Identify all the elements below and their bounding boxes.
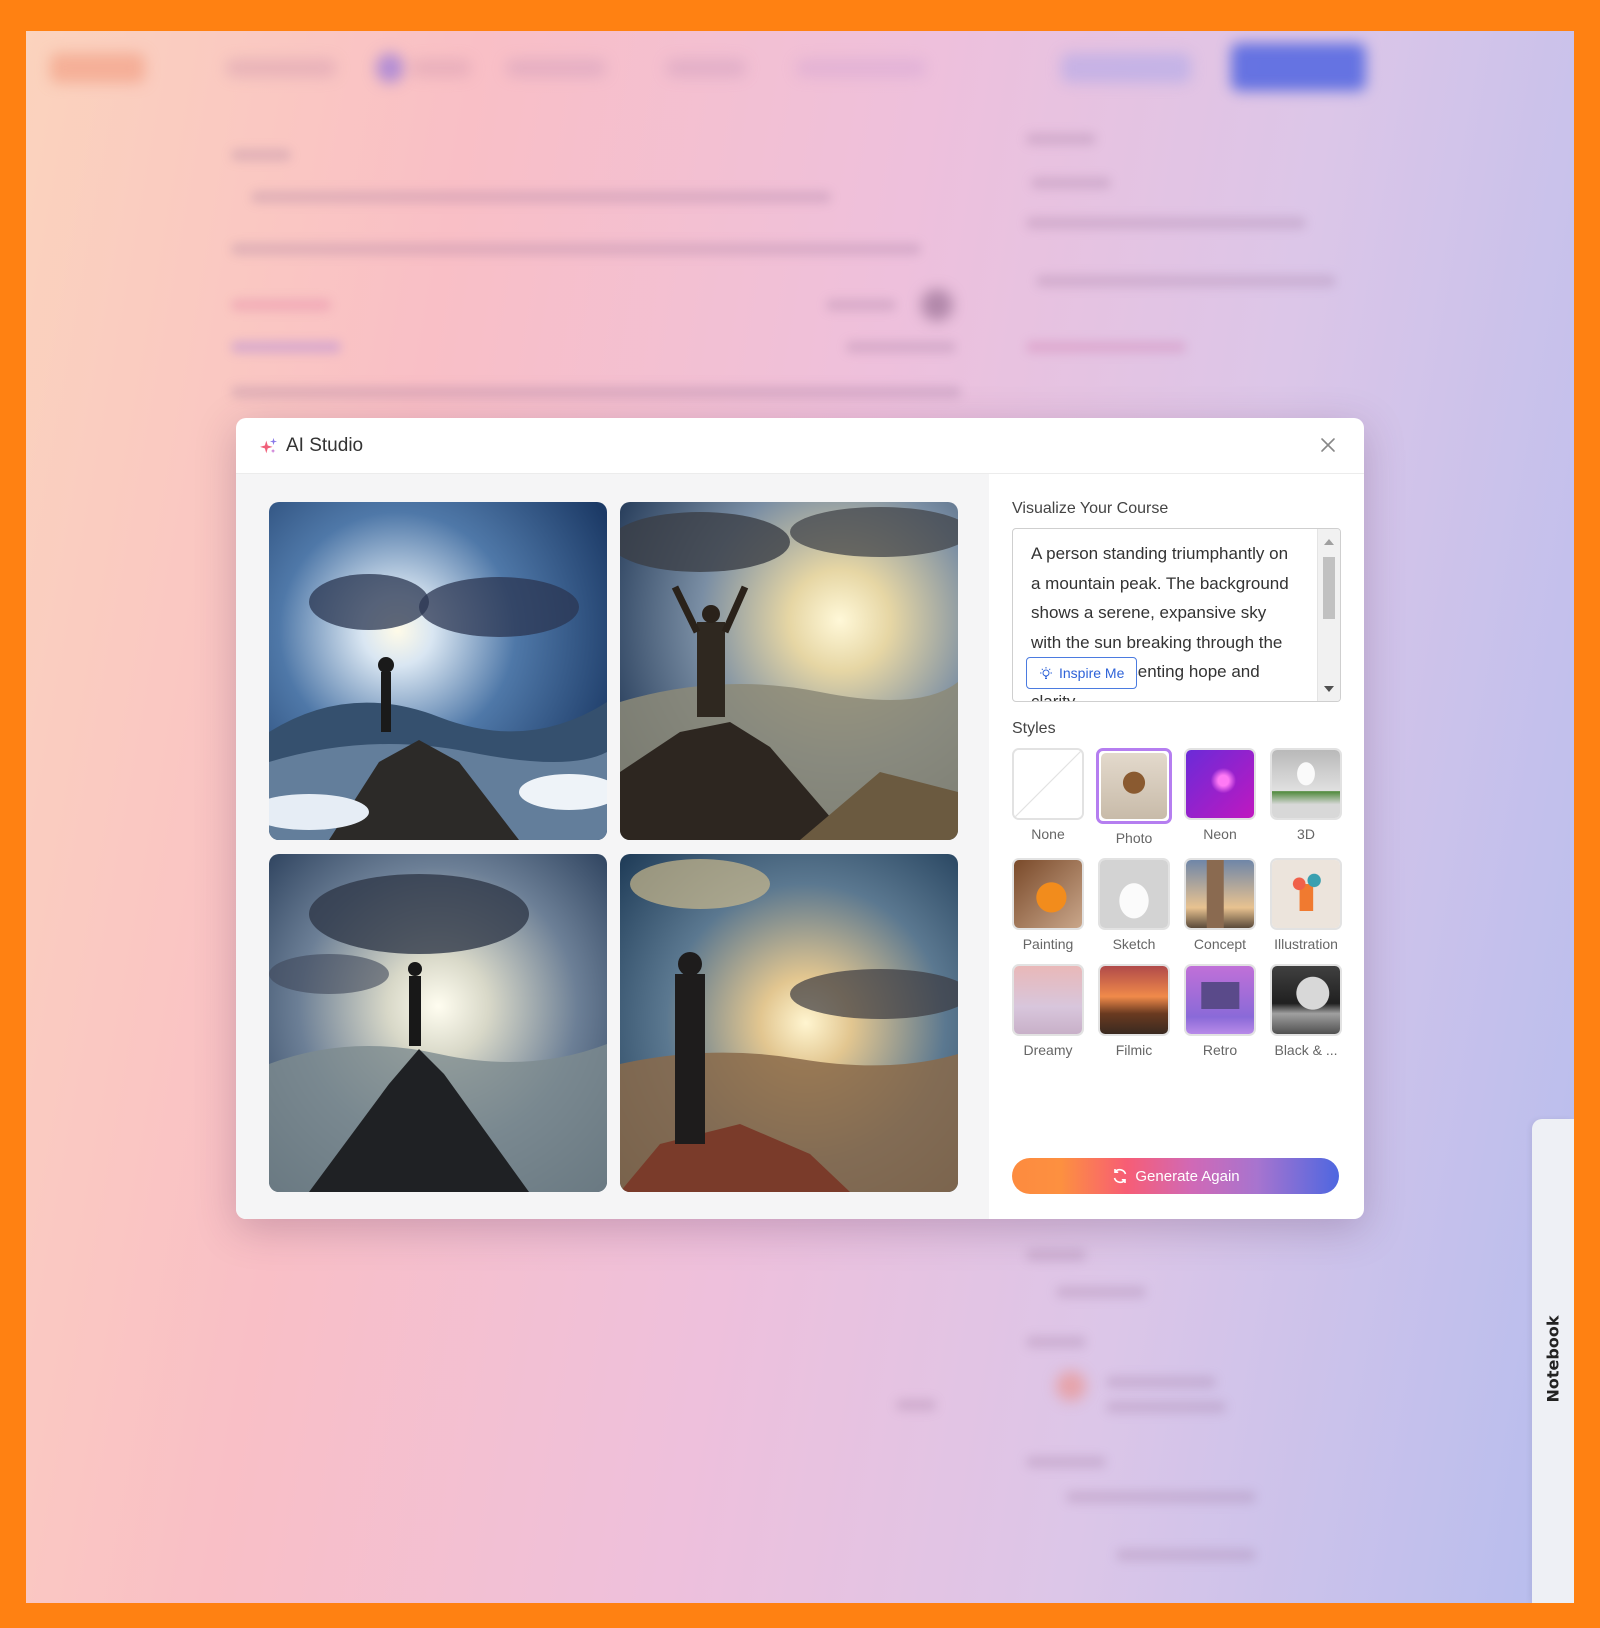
close-icon[interactable] bbox=[1318, 435, 1338, 455]
style-3d-thumbnail bbox=[1272, 750, 1340, 818]
lightbulb-icon bbox=[1040, 667, 1052, 679]
scroll-down-arrow-icon[interactable] bbox=[1324, 686, 1334, 692]
scroll-thumb[interactable] bbox=[1323, 557, 1335, 619]
style-neon[interactable]: Neon bbox=[1184, 748, 1256, 846]
generated-images-panel bbox=[236, 474, 989, 1219]
prompt-textarea[interactable]: A person standing triumphantly on a moun… bbox=[1012, 528, 1341, 702]
generated-image-3[interactable] bbox=[269, 854, 607, 1192]
scroll-up-arrow-icon[interactable] bbox=[1324, 539, 1334, 545]
prompt-label: Visualize Your Course bbox=[1012, 500, 1169, 517]
style-retro-thumbnail bbox=[1186, 966, 1254, 1034]
prompt-scrollbar[interactable] bbox=[1317, 529, 1340, 701]
style-filmic-thumbnail bbox=[1100, 966, 1168, 1034]
generated-image-1[interactable] bbox=[269, 502, 607, 840]
style-black-white[interactable]: Black & ... bbox=[1270, 964, 1342, 1058]
style-concept-thumbnail bbox=[1186, 860, 1254, 928]
style-painting[interactable]: Painting bbox=[1012, 858, 1084, 952]
inspire-me-label: Inspire Me bbox=[1059, 665, 1125, 681]
style-neon-thumbnail bbox=[1186, 750, 1254, 818]
style-black-white-thumbnail bbox=[1272, 966, 1340, 1034]
style-sketch-thumbnail bbox=[1100, 860, 1168, 928]
generated-image-2[interactable] bbox=[620, 502, 958, 840]
style-painting-thumbnail bbox=[1014, 860, 1082, 928]
notebook-tab[interactable]: Notebook bbox=[1532, 1119, 1574, 1603]
notebook-label: Notebook bbox=[1543, 1315, 1563, 1403]
style-photo-thumbnail bbox=[1101, 753, 1167, 819]
settings-panel: Visualize Your Course A person standing … bbox=[989, 474, 1364, 1219]
modal-title: AI Studio bbox=[286, 434, 364, 456]
styles-label: Styles bbox=[1012, 720, 1056, 737]
modal-header: AI Studio bbox=[236, 418, 1364, 474]
style-dreamy[interactable]: Dreamy bbox=[1012, 964, 1084, 1058]
style-3d[interactable]: 3D bbox=[1270, 748, 1342, 846]
generated-image-4[interactable] bbox=[620, 854, 958, 1192]
generate-again-button[interactable]: Generate Again bbox=[1012, 1158, 1339, 1194]
style-filmic[interactable]: Filmic bbox=[1098, 964, 1170, 1058]
app-background: AI Studio Visualize Your Course A person… bbox=[26, 31, 1574, 1603]
style-none-thumbnail bbox=[1014, 750, 1082, 818]
style-none[interactable]: None bbox=[1012, 748, 1084, 846]
style-illustration-thumbnail bbox=[1272, 860, 1340, 928]
style-photo[interactable]: Photo bbox=[1096, 748, 1172, 846]
ai-studio-modal: AI Studio Visualize Your Course A person… bbox=[236, 418, 1364, 1219]
sparkle-icon bbox=[260, 437, 278, 453]
generate-again-label: Generate Again bbox=[1135, 1167, 1240, 1185]
style-illustration[interactable]: Illustration bbox=[1270, 858, 1342, 952]
style-retro[interactable]: Retro bbox=[1184, 964, 1256, 1058]
style-sketch[interactable]: Sketch bbox=[1098, 858, 1170, 952]
inspire-me-button[interactable]: Inspire Me bbox=[1026, 657, 1138, 689]
style-dreamy-thumbnail bbox=[1014, 966, 1082, 1034]
styles-grid: None Photo Neon 3D Painting Sketch Conce… bbox=[1012, 748, 1342, 1058]
style-concept[interactable]: Concept bbox=[1184, 858, 1256, 952]
refresh-icon bbox=[1114, 1168, 1127, 1184]
